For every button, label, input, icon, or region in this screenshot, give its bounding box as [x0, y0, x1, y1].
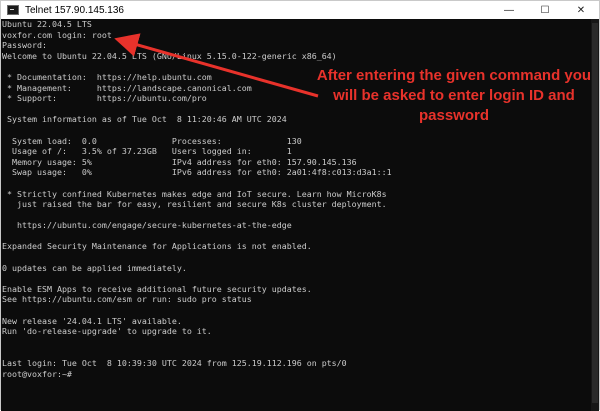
terminal-line: root@voxfor:~#: [2, 368, 72, 379]
terminal-line: Memory usage: 5% IPv4 address for eth0: …: [2, 156, 357, 167]
terminal-line: Swap usage: 0% IPv6 address for eth0: 2a…: [2, 167, 392, 178]
terminal-line: Ubuntu 22.04.5 LTS: [2, 19, 92, 29]
terminal-line: voxfor.com login: root: [2, 29, 112, 40]
window-title: Telnet 157.90.145.136: [25, 4, 124, 16]
terminal-line: Run 'do-release-upgrade' to upgrade to i…: [2, 326, 212, 337]
telnet-window: Telnet 157.90.145.136 — ☐ ✕ Ubuntu 22.04…: [0, 0, 600, 411]
minimize-icon[interactable]: —: [491, 1, 527, 19]
terminal-line: https://ubuntu.com/engage/secure-kuberne…: [2, 220, 292, 231]
terminal-app-icon: [7, 5, 19, 15]
terminal-line: System load: 0.0 Processes: 130: [2, 135, 302, 146]
terminal-line: Expanded Security Maintenance for Applic…: [2, 241, 312, 252]
terminal-line: See https://ubuntu.com/esm or run: sudo …: [2, 294, 252, 305]
close-icon[interactable]: ✕: [563, 1, 599, 19]
terminal-line: Welcome to Ubuntu 22.04.5 LTS (GNU/Linux…: [2, 50, 337, 61]
terminal-line: Last login: Tue Oct 8 10:39:30 UTC 2024 …: [2, 358, 347, 368]
terminal-line: * Strictly confined Kubernetes makes edg…: [2, 188, 387, 199]
terminal-line: Password:: [2, 40, 47, 51]
terminal-line: 0 updates can be applied immediately.: [2, 262, 187, 273]
window-controls: — ☐ ✕: [491, 1, 599, 19]
maximize-icon[interactable]: ☐: [527, 1, 563, 19]
terminal-line: Enable ESM Apps to receive additional fu…: [2, 283, 312, 294]
terminal-line: Usage of /: 3.5% of 37.23GB Users logged…: [2, 146, 292, 157]
annotation-text: After entering the given command you wil…: [316, 67, 592, 124]
terminal-line: New release '24.04.1 LTS' available.: [2, 315, 182, 326]
title-bar[interactable]: Telnet 157.90.145.136 — ☐ ✕: [1, 1, 599, 19]
terminal-line: just raised the bar for easy, resilient …: [2, 199, 387, 210]
